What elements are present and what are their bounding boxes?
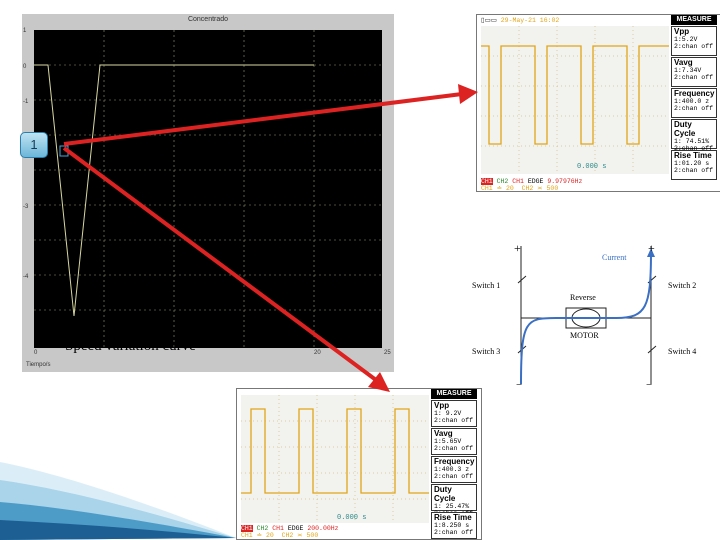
zoom-marker — [59, 145, 69, 157]
timestamp: 29-May-21 16:02 — [500, 17, 560, 24]
x-tick: 20 — [314, 350, 321, 356]
scope-top-header: ▯▭▭ 29-May-21 16:02 — [481, 17, 560, 24]
plus-left: + — [514, 241, 521, 255]
x-tick: 0 — [34, 350, 38, 356]
measure-vavg[interactable]: Vavg 1:7.34V 2:chan off — [671, 57, 717, 87]
scope-time-readout: 0.000 s — [337, 514, 366, 522]
plus-right: + — [648, 241, 655, 255]
speed-curve-svg — [34, 30, 382, 348]
scope-time-readout: 0.000 s — [577, 163, 606, 171]
measure-rise-time[interactable]: Rise Time 1:8.250 s 2:chan off — [431, 512, 477, 539]
callout-badge: 1 — [20, 132, 48, 158]
measure-duty-cycle[interactable]: Duty Cycle1: 25.47%2:chan off — [431, 484, 477, 517]
measure-vpp[interactable]: Vpp 1:5.2V 2:chan off — [671, 26, 717, 56]
reverse-label: Reverse — [570, 293, 596, 302]
minus-left: − — [516, 379, 522, 390]
y-tick: -3 — [23, 204, 29, 210]
speed-grid — [34, 30, 382, 348]
y-tick: 1 — [23, 28, 27, 34]
speed-variation-caption: Speed variation curve — [65, 338, 196, 354]
switch-3-label: Switch 3 — [472, 347, 500, 356]
time-axis-label: Tiempo/s — [26, 362, 51, 368]
window-title: Concentrado — [187, 16, 229, 23]
scope-top-panel: ▯▭▭ 29-May-21 16:02 0.000 s CH1 CH2 CH1 … — [476, 14, 720, 192]
scope-bottom-waveform: 0.000 s — [241, 395, 429, 523]
scope-bottom-screen: 0.000 s — [241, 395, 429, 523]
scope-bottom-status-2: CH1 ≐ 20 CH2 ≍ 500 — [241, 532, 319, 539]
minus-right: − — [646, 379, 652, 390]
y-tick: 0 — [23, 64, 27, 70]
scope-top-screen: 0.000 s — [481, 26, 669, 174]
measure-title[interactable]: MEASURE — [431, 389, 477, 399]
scope-bottom-measure-panel: MEASURE Vpp 1: 9.2V 2:chan off Vavg 1:5.65V… — [431, 389, 477, 539]
y-tick: -1 — [23, 99, 29, 105]
measure-vpp[interactable]: Vpp 1: 9.2V 2:chan off — [431, 400, 477, 427]
slide-decoration — [0, 462, 236, 540]
scope-top-measure-panel: MEASURE Vpp 1:5.2V 2:chan off Vavg 1:7.34V 2… — [671, 15, 717, 180]
measure-rise-time[interactable]: Rise Time 1:01.20 s 2:chan off — [671, 150, 717, 180]
h-bridge-diagram: + + − − Current Reverse MOTOR Switch 1 S… — [472, 241, 696, 390]
switch-1-label: Switch 1 — [472, 281, 500, 290]
measure-title[interactable]: MEASURE — [671, 15, 717, 25]
speed-curve-window: Concentrado 1 0 -1 -2 -3 -4 0 20 25 Tiem… — [22, 14, 394, 372]
measure-duty-cycle[interactable]: Duty Cycle 1: 74.51% 2:chan off — [671, 119, 717, 152]
measure-vavg[interactable]: Vavg 1:5.65V 2:chan off — [431, 428, 477, 455]
measure-frequency[interactable]: Frequency 1:400.0 z 2:chan off — [671, 88, 717, 118]
pwm-trace — [241, 408, 429, 494]
switch-4-label: Switch 4 — [668, 347, 696, 356]
scope-bottom-panel: 0.000 s CH1 CH2 CH1 EDGE 200.00Hz CH1 ≐ … — [236, 388, 482, 540]
arrowhead-top — [458, 84, 478, 104]
speed-plot-area — [34, 30, 382, 348]
y-tick: -4 — [23, 274, 29, 280]
measure-frequency[interactable]: Frequency 1:400.3 z 2:chan off — [431, 456, 477, 483]
pwm-trace — [481, 45, 669, 145]
scope-top-status-2: CH1 ≐ 20 CH2 ≍ 500 — [481, 185, 559, 192]
motor-label: MOTOR — [570, 331, 599, 340]
current-label: Current — [602, 253, 627, 262]
scope-top-waveform: 0.000 s — [481, 26, 669, 174]
switch-2-label: Switch 2 — [668, 281, 696, 290]
x-tick: 25 — [384, 350, 391, 356]
